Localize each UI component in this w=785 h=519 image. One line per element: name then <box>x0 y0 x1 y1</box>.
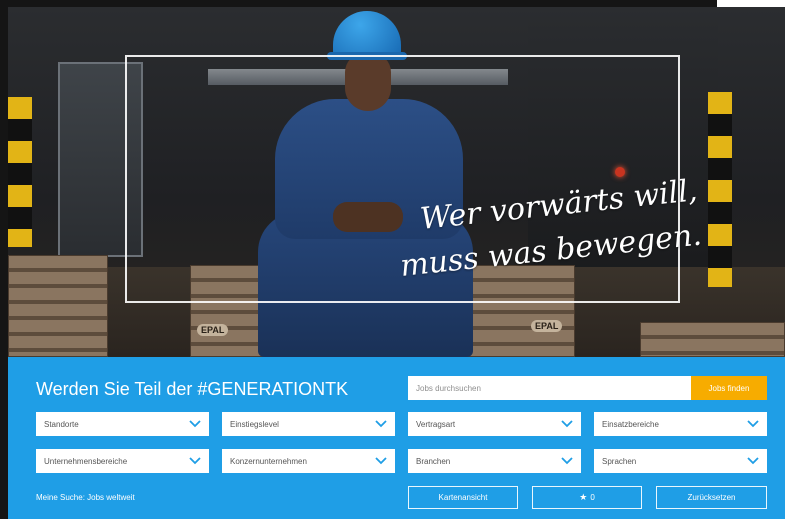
chevron-down-icon <box>561 457 573 465</box>
filter-industries[interactable]: Branchen <box>408 449 581 473</box>
chevron-down-icon <box>561 420 573 428</box>
filter-business-areas[interactable]: Unternehmensbereiche <box>36 449 209 473</box>
chevron-down-icon <box>375 457 387 465</box>
hard-hat-icon <box>327 11 407 60</box>
pallet-stack-left <box>8 255 108 357</box>
top-corner-tab <box>717 0 785 7</box>
filter-entry-level[interactable]: Einstiegslevel <box>222 412 395 436</box>
filter-group-companies[interactable]: Konzernunternehmen <box>222 449 395 473</box>
chevron-down-icon <box>747 420 759 428</box>
job-search-panel: Werden Sie Teil der #GENERATIONTK Jobs f… <box>8 357 785 519</box>
filter-locations[interactable]: Standorte <box>36 412 209 436</box>
filter-label: Branchen <box>416 456 451 466</box>
filter-label: Einsatzbereiche <box>602 419 659 429</box>
filter-label: Sprachen <box>602 456 637 466</box>
my-search-summary: Meine Suche: Jobs weltweit <box>36 493 135 502</box>
pallet-logo-left: EPAL <box>197 324 229 336</box>
find-jobs-button[interactable]: Jobs finden <box>691 376 767 400</box>
pallet-logo-right: EPAL <box>531 320 563 332</box>
favorites-button[interactable]: ★ 0 <box>532 486 642 509</box>
favorites-count: 0 <box>590 493 595 502</box>
filter-languages[interactable]: Sprachen <box>594 449 767 473</box>
page-frame: EPAL EPAL Wer vorwärts will, muss was be… <box>0 0 785 519</box>
warning-pole-right <box>708 92 732 287</box>
filter-job-areas[interactable]: Einsatzbereiche <box>594 412 767 436</box>
filter-label: Unternehmensbereiche <box>44 456 128 466</box>
filter-label: Einstiegslevel <box>230 419 279 429</box>
filter-label: Standorte <box>44 419 79 429</box>
hero-banner: EPAL EPAL Wer vorwärts will, muss was be… <box>8 7 785 357</box>
panel-title: Werden Sie Teil der #GENERATIONTK <box>36 379 349 399</box>
filter-contract-type[interactable]: Vertragsart <box>408 412 581 436</box>
chevron-down-icon <box>189 457 201 465</box>
job-search-input[interactable] <box>408 376 691 400</box>
map-view-button[interactable]: Kartenansicht <box>408 486 518 509</box>
star-icon: ★ <box>579 492 588 502</box>
warning-pole-left <box>8 97 32 247</box>
chevron-down-icon <box>747 457 759 465</box>
reset-button[interactable]: Zurücksetzen <box>656 486 767 509</box>
filter-label: Konzernunternehmen <box>230 456 307 466</box>
chevron-down-icon <box>189 420 201 428</box>
pallet-stack-right <box>640 322 785 357</box>
filter-label: Vertragsart <box>416 419 456 429</box>
chevron-down-icon <box>375 420 387 428</box>
